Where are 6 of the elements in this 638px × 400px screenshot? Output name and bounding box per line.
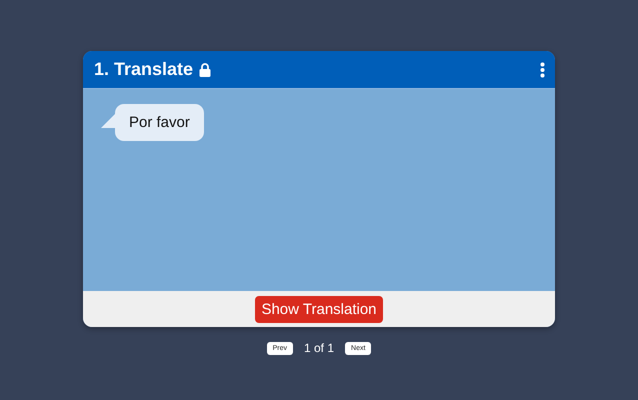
card-title: 1. Translate: [94, 59, 194, 80]
bubble-tail-icon: [101, 114, 115, 128]
more-menu-icon[interactable]: [540, 62, 545, 78]
page-status: 1 of 1: [304, 341, 334, 355]
show-translation-button[interactable]: Show Translation: [255, 296, 383, 322]
speech-bubble: Por favor: [115, 104, 204, 141]
